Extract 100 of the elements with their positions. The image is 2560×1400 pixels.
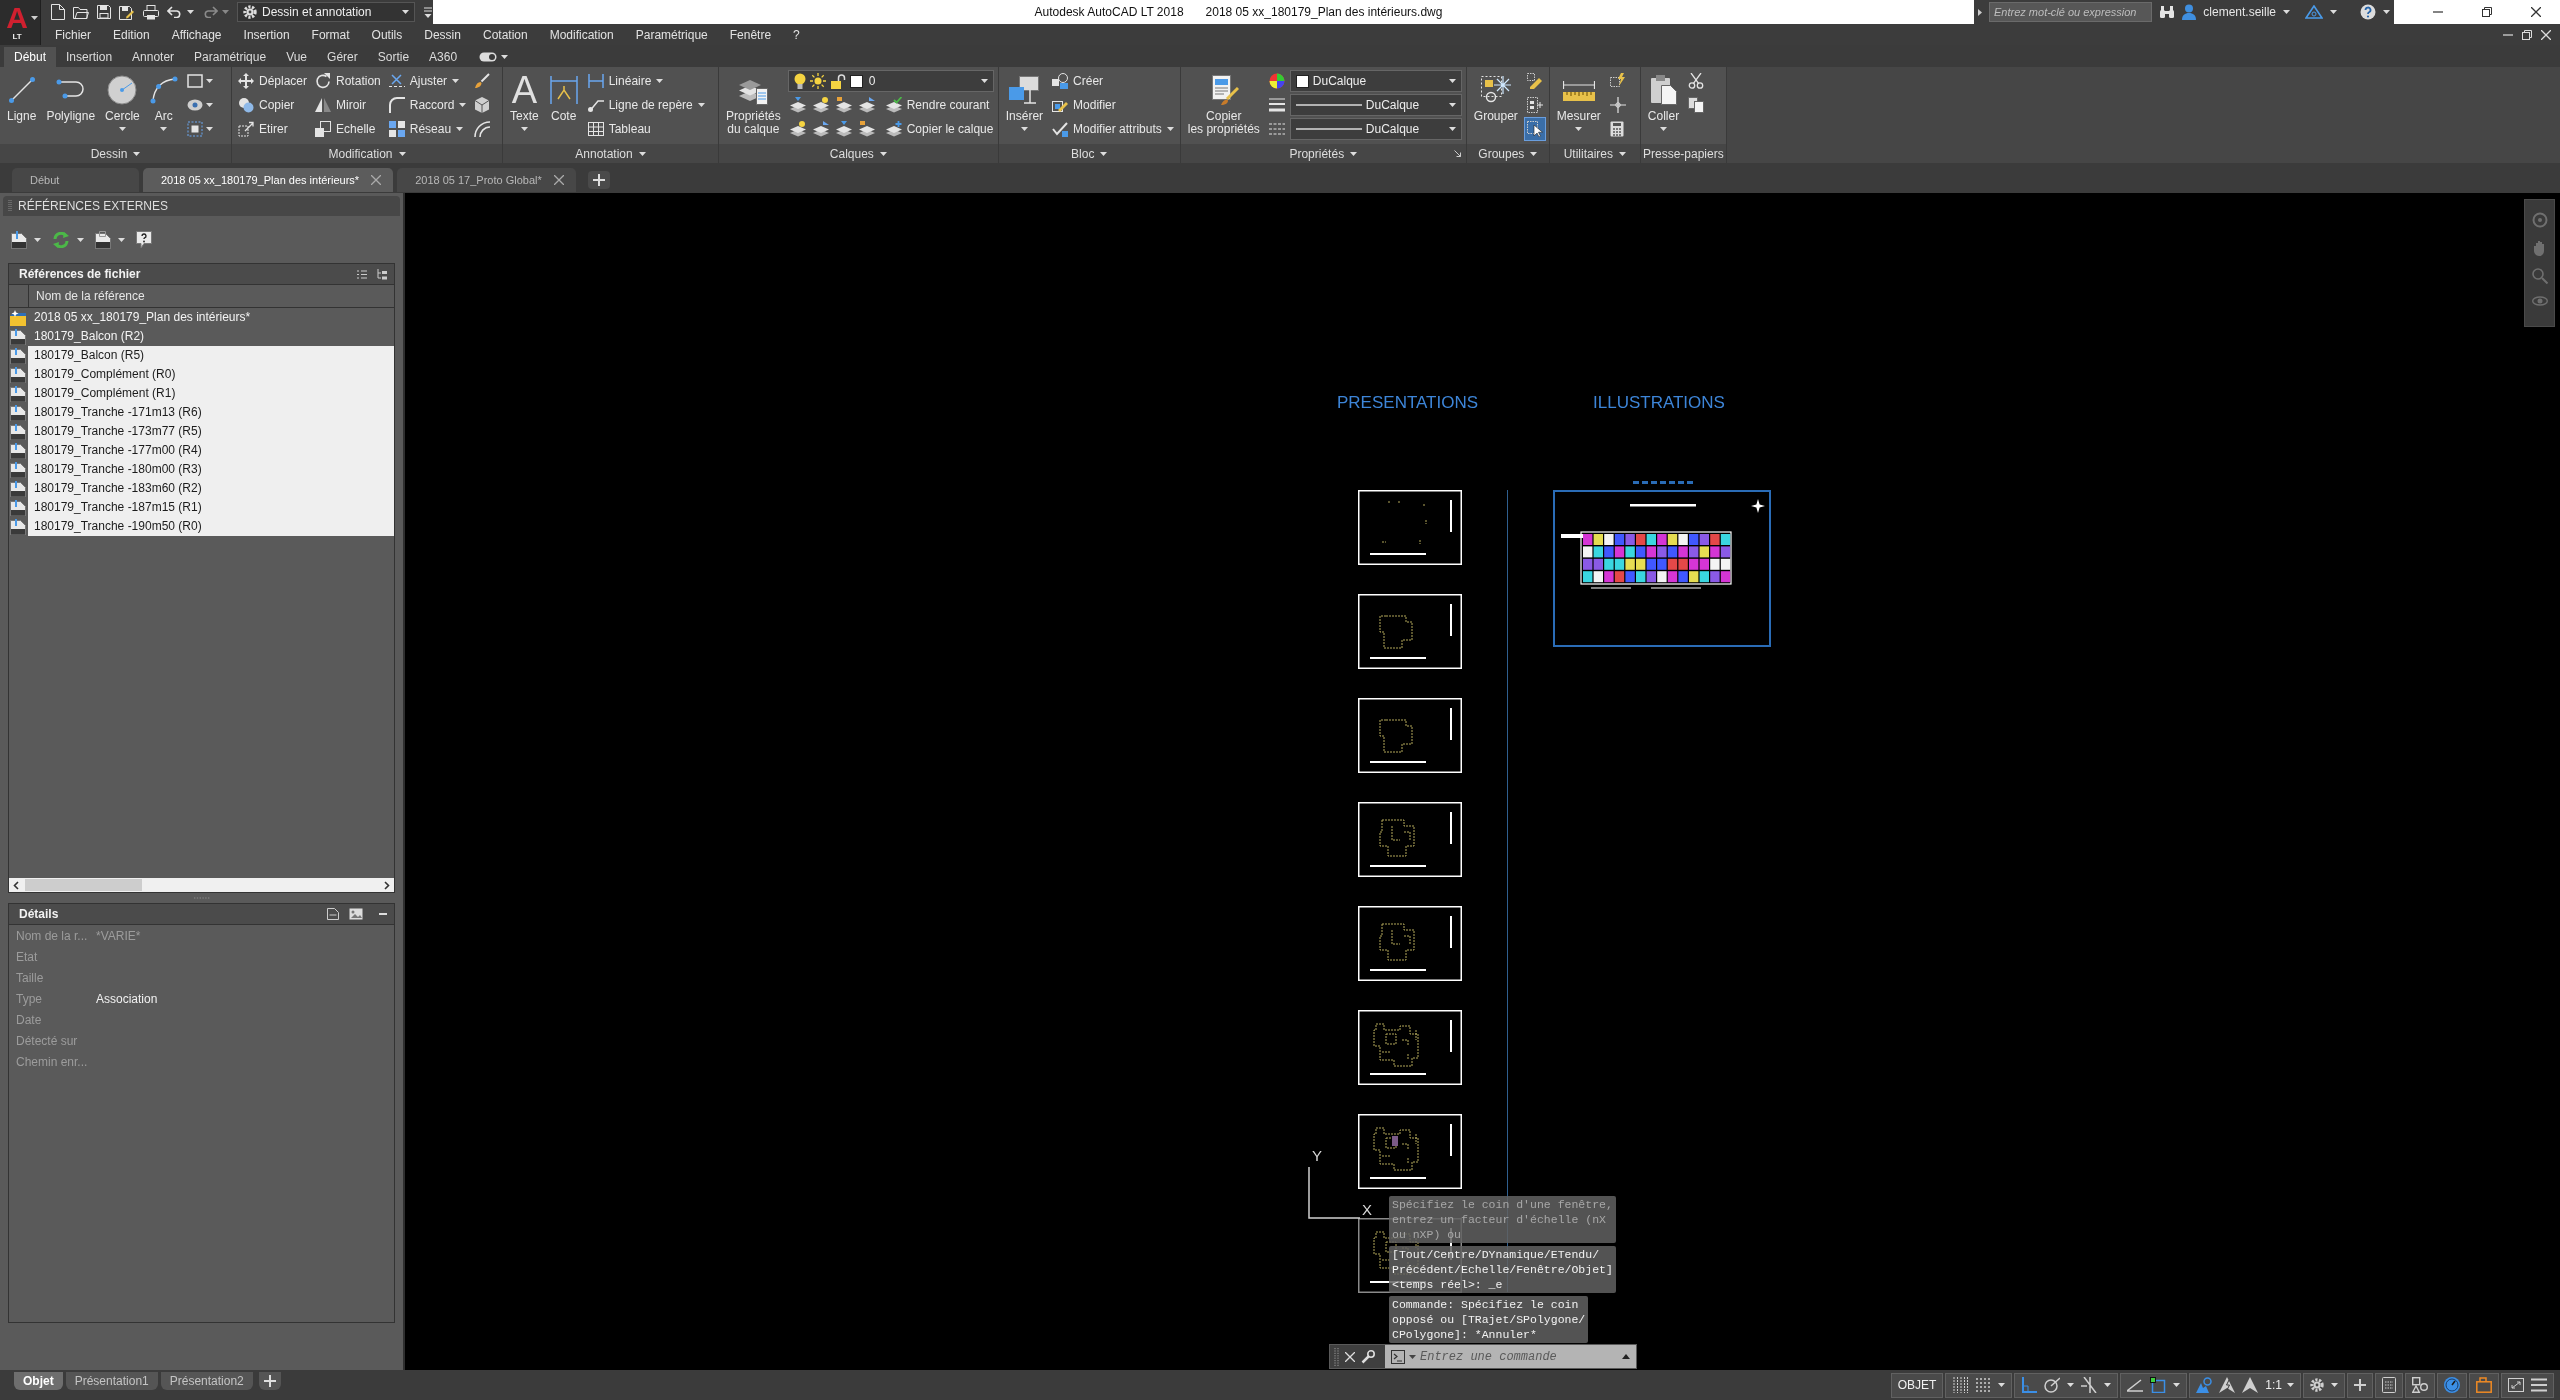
application-button[interactable]: A LT [0,0,41,45]
reference-name[interactable]: 2018 05 xx_180179_Plan des intérieurs* [28,308,394,327]
tool-button[interactable] [1607,94,1628,116]
command-input[interactable]: Entrez une commande [1420,1349,1618,1364]
arrowhead-bolt-icon[interactable] [2219,1377,2236,1393]
printer-icon[interactable] [143,4,159,20]
menu-item[interactable]: Modification [538,27,625,42]
ribbon-button[interactable]: Insérer [1002,70,1047,144]
close-icon[interactable] [2530,7,2541,17]
triangle-ring-icon[interactable] [2305,5,2323,19]
right-angle-icon[interactable] [2021,1377,2038,1393]
ribbon-button[interactable]: Réseau [386,118,469,140]
ribbon-button[interactable]: Miroir [313,94,383,116]
ribbon-tab[interactable]: Paramétrique [184,47,277,67]
menu-item[interactable]: Cotation [471,27,539,42]
ribbon-button[interactable]: Copier [236,94,310,116]
document-tab[interactable]: 2018 05 xx_180179_Plan des intérieurs* [143,168,394,192]
ribbon-button[interactable]: Rendre courant [883,94,992,116]
reference-name[interactable]: 180179_Tranche -180m00 (R3) [28,460,394,479]
panel-title[interactable]: Calques [829,146,887,161]
menu-item[interactable]: Insertion [232,27,301,42]
dots-grid-icon[interactable] [1975,1377,1992,1393]
menu-item[interactable]: Format [300,27,361,42]
caret-icon[interactable] [2173,1383,2181,1387]
file-lines-icon[interactable] [327,908,339,920]
ribbon-tab[interactable]: Annoter [122,47,185,67]
caret-icon[interactable] [501,55,509,59]
ribbon-tab[interactable]: Sortie [367,47,420,67]
document-tab[interactable]: 2018 05 17_Proto Global* [397,168,576,192]
grid-icon[interactable] [1952,1377,1969,1393]
caret-icon[interactable] [77,238,84,242]
tool-button[interactable] [184,118,215,140]
ribbon-button[interactable]: Modifier [1050,94,1176,116]
list-icon[interactable] [357,269,367,279]
command-field[interactable]: Entrez une commande [1385,1345,1636,1368]
undo-icon[interactable] [167,6,183,18]
arrowhead-icon[interactable] [2242,1377,2259,1393]
toggle-icon[interactable] [479,52,498,62]
caret-icon[interactable] [2067,1383,2075,1387]
terminal-icon[interactable] [1391,1349,1405,1364]
reference-name[interactable]: 180179_Complément (R0) [28,365,394,384]
workspace-dropdown[interactable]: Dessin et annotation [237,2,415,22]
minimize-icon[interactable] [2433,11,2444,13]
property-dropdown[interactable]: DuCalque [1289,94,1462,116]
shapes-icon[interactable] [2412,1377,2428,1393]
ribbon-button[interactable]: Modifier attributs [1050,118,1176,140]
caret-icon[interactable] [187,10,194,14]
caret-icon[interactable] [2283,10,2290,14]
minimize-icon[interactable] [2503,33,2513,36]
caret-icon[interactable] [2104,1383,2112,1387]
ribbon-button[interactable]: Ajuster [386,70,469,92]
reference-name[interactable]: 180179_Tranche -171m13 (R6) [28,403,394,422]
menu-item[interactable]: Dessin [413,27,472,42]
model-space-button[interactable]: OBJET [1897,1378,1937,1392]
panel-title[interactable]: Groupes [1478,146,1538,161]
scroll-thumb[interactable] [25,879,142,891]
ribbon-button[interactable]: Arc [146,70,181,144]
document-icon[interactable] [51,4,65,20]
restore-icon[interactable] [2482,7,2492,17]
file-icon[interactable] [95,231,111,249]
list-document-icon[interactable] [2382,1377,2396,1393]
ribbon-button[interactable]: Rotation [313,70,383,92]
ribbon-tab[interactable]: Vue [276,47,318,67]
ribbon-tab[interactable]: Gérer [317,47,368,67]
panel-title[interactable]: Annotation [575,146,646,161]
grip-icon[interactable] [8,200,12,212]
ribbon-button[interactable]: Coller [1644,70,1683,144]
crossed-lines-icon[interactable] [2081,1377,2098,1393]
chevron-right-icon[interactable] [384,880,390,890]
gear-icon[interactable] [2310,1378,2324,1392]
user-name[interactable]: clement.seille [2203,5,2276,19]
panel-title[interactable]: Propriétés [1289,146,1358,161]
layout-tab[interactable]: Présentation2 [160,1372,253,1390]
menu-item[interactable]: Outils [360,27,414,42]
tool-button[interactable] [1524,94,1545,116]
caret-icon[interactable] [118,238,125,242]
caret-icon[interactable] [1998,1383,2006,1387]
floppy-pencil-icon[interactable] [119,4,135,20]
caret-icon[interactable] [1622,1354,1630,1359]
scale-dropdown[interactable]: 1:1 [2265,1378,2294,1392]
ribbon-tab[interactable]: Début [4,47,57,67]
caret-icon[interactable] [1409,1354,1416,1359]
chevron-left-icon[interactable] [13,880,19,890]
briefcase-icon[interactable] [2476,1377,2492,1393]
ribbon-tab[interactable]: Insertion [56,47,123,67]
ribbon-tab[interactable]: A360 [419,47,468,67]
ribbon-button[interactable]: Echelle [313,118,383,140]
help-icon[interactable] [136,231,152,249]
search-field[interactable]: Entrez mot-clé ou expression [1989,2,2153,22]
ribbon-button[interactable]: Propriétés du calque [723,70,784,144]
ribbon-button[interactable]: Cercle [102,70,143,144]
reference-name[interactable]: 180179_Tranche -187m15 (R1) [28,498,394,517]
layout-tab[interactable]: Présentation1 [65,1372,158,1390]
ribbon-button[interactable]: Raccord [386,94,469,116]
ribbon-button[interactable]: Etirer [236,118,310,140]
panel-title[interactable]: Modification [328,146,406,161]
wrench-icon[interactable] [1361,1349,1375,1364]
restore-icon[interactable] [2522,29,2532,40]
image-icon[interactable] [349,908,363,920]
menu-item[interactable]: Fichier [44,27,102,42]
